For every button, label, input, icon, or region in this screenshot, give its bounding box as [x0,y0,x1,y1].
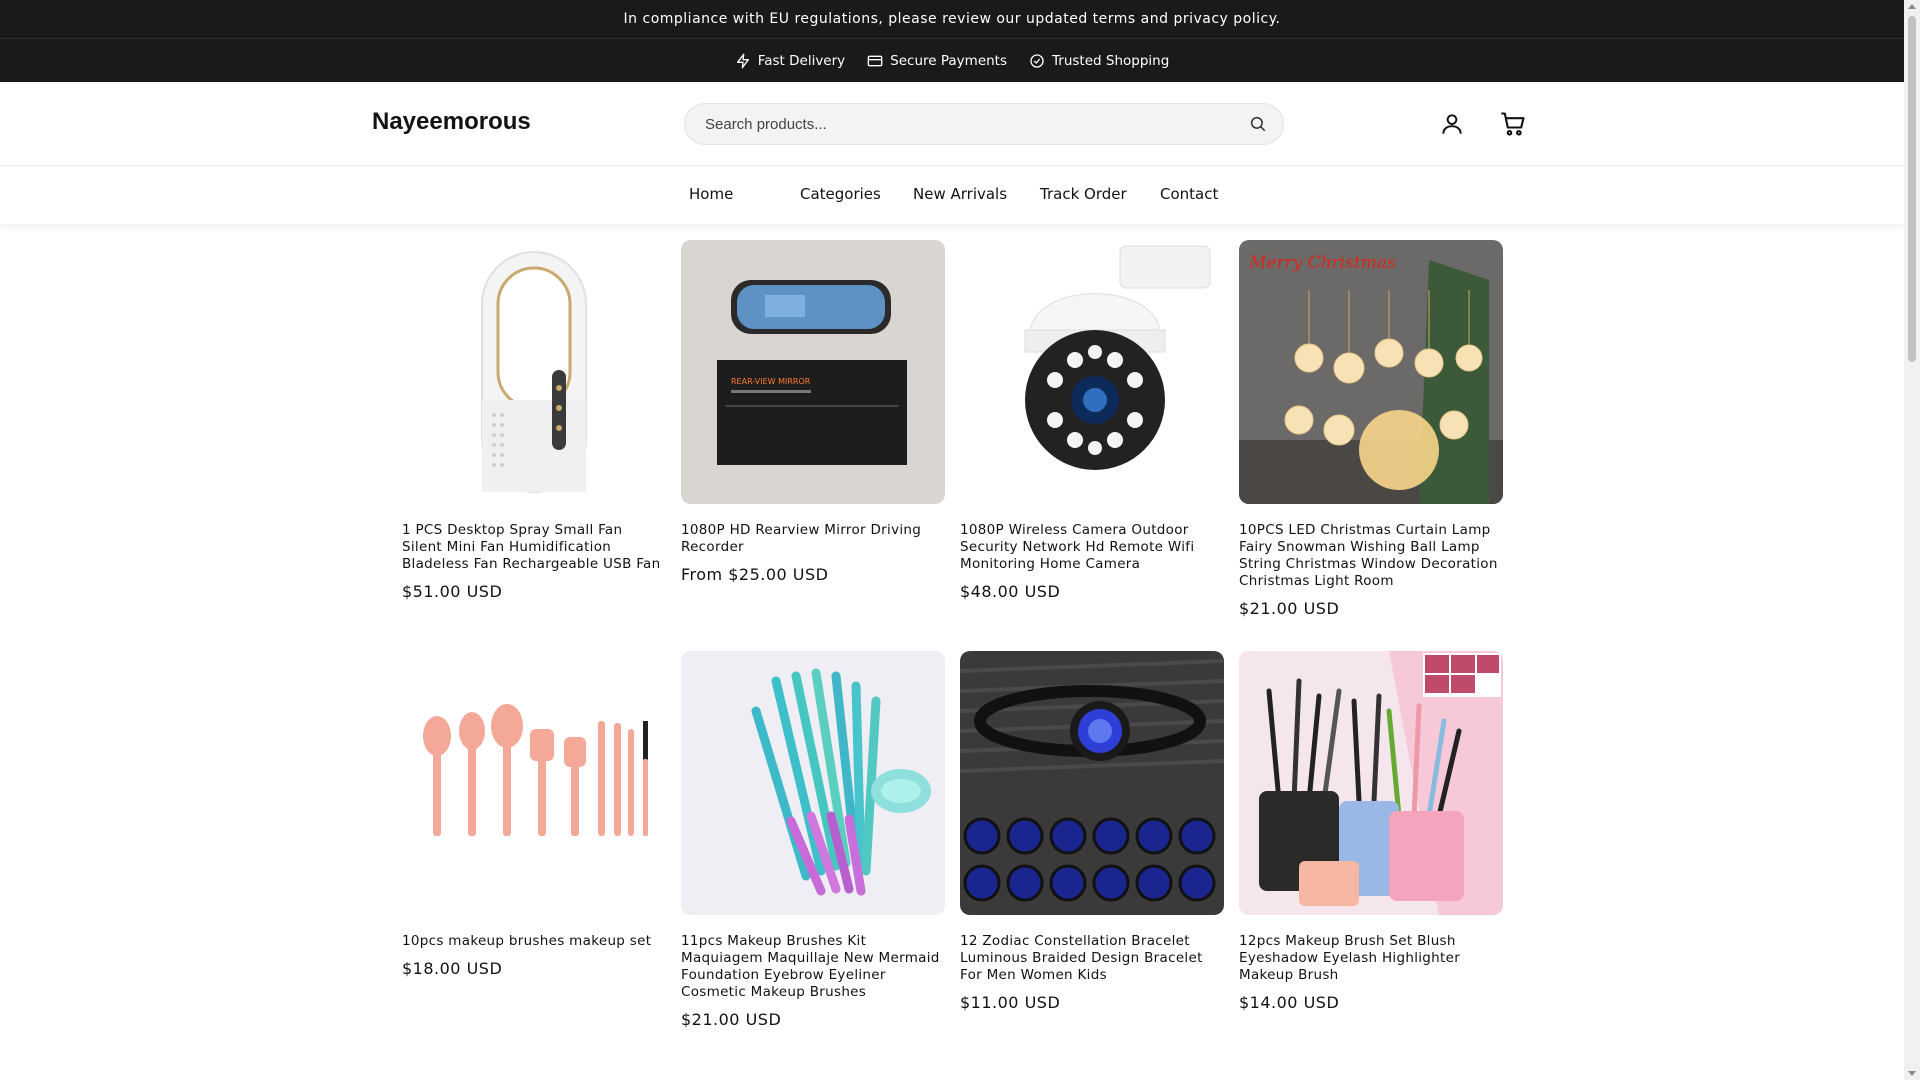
nav-categories[interactable]: Categories [800,185,881,203]
check-circle-icon [1030,53,1044,68]
product-image[interactable]: REAR-VIEW MIRROR [681,240,945,504]
nav-new-arrivals[interactable]: New Arrivals [913,185,1007,203]
product-image[interactable] [402,651,666,915]
site-header: Nayeemorous [0,82,1904,166]
product-title[interactable]: 1 PCS Desktop Spray Small Fan Silent Min… [402,522,666,573]
cart-icon[interactable] [1499,110,1527,138]
scrollbar-thumb[interactable] [1908,16,1916,362]
product-title[interactable]: 1080P HD Rearview Mirror Driving Recorde… [681,522,945,556]
product-title[interactable]: 11pcs Makeup Brushes Kit Maquiagem Maqui… [681,933,945,1001]
nav-track-order[interactable]: Track Order [1040,185,1127,203]
store-logo[interactable]: Nayeemorous [372,108,531,136]
scrollbar[interactable] [1904,0,1920,1080]
product-image[interactable] [1239,651,1503,915]
product-image[interactable]: Merry Christmas [1239,240,1503,504]
nav-contact[interactable]: Contact [1160,185,1218,203]
trust-item-fast-delivery: Fast Delivery [735,53,845,69]
card-icon [867,55,883,66]
product-title[interactable]: 12 Zodiac Constellation Bracelet Luminou… [960,933,1224,984]
product-price: $14.00 USD [1239,993,1340,1012]
trust-label: Fast Delivery [757,52,846,69]
svg-text:Merry Christmas: Merry Christmas [1248,253,1396,273]
product-title[interactable]: 10PCS LED Christmas Curtain Lamp Fairy S… [1239,522,1503,590]
search-bar [684,103,1284,145]
main-nav: Home Categories New Arrivals Track Order… [0,166,1904,224]
product-price: $48.00 USD [960,582,1061,601]
product-price: $11.00 USD [960,993,1061,1012]
product-card[interactable]: 1080P Wireless Camera Outdoor Security N… [960,240,1224,601]
product-price: From $25.00 USD [681,565,829,584]
trust-item-trusted-shopping: Trusted Shopping [1029,53,1169,69]
product-price: $18.00 USD [402,959,503,978]
product-card[interactable]: 10pcs makeup brushes makeup set $18.00 U… [402,651,666,978]
product-title[interactable]: 10pcs makeup brushes makeup set [402,933,666,950]
nav-home[interactable]: Home [689,185,733,203]
product-image[interactable] [960,651,1224,915]
product-image[interactable] [960,240,1224,504]
product-price: $51.00 USD [402,582,503,601]
trust-bar: Fast Delivery Secure Payments Trusted Sh… [0,39,1904,82]
product-image[interactable] [402,240,666,504]
trust-item-secure-payments: Secure Payments [867,53,1007,69]
product-price: $21.00 USD [681,1010,782,1029]
product-price: $21.00 USD [1239,599,1340,618]
product-title[interactable]: 1080P Wireless Camera Outdoor Security N… [960,522,1224,573]
product-card[interactable]: 12pcs Makeup Brush Set Blush Eyeshadow E… [1239,651,1503,1012]
announcement-text: In compliance with EU regulations, pleas… [623,11,1281,27]
product-card[interactable]: 11pcs Makeup Brushes Kit Maquiagem Maqui… [681,651,945,1029]
trust-label: Secure Payments [890,52,1008,69]
search-input[interactable] [705,115,1247,133]
product-card[interactable]: Merry Christmas 10PCS LED Christmas Curt… [1239,240,1503,618]
lightning-icon [736,53,749,68]
product-card[interactable]: REAR-VIEW MIRROR 1080P HD Rearview Mirro… [681,240,945,584]
product-card[interactable]: 12 Zodiac Constellation Bracelet Luminou… [960,651,1224,1012]
trust-label: Trusted Shopping [1052,52,1170,69]
announcement-bar: In compliance with EU regulations, pleas… [0,0,1904,39]
account-icon[interactable] [1439,111,1465,137]
product-card[interactable]: 1 PCS Desktop Spray Small Fan Silent Min… [402,240,666,601]
product-title[interactable]: 12pcs Makeup Brush Set Blush Eyeshadow E… [1239,933,1503,984]
svg-text:REAR-VIEW MIRROR: REAR-VIEW MIRROR [731,377,811,386]
scroll-up-arrow-icon[interactable] [1908,4,1916,9]
scroll-down-arrow-icon[interactable] [1908,1071,1916,1076]
search-icon[interactable] [1247,113,1269,135]
product-image[interactable] [681,651,945,915]
